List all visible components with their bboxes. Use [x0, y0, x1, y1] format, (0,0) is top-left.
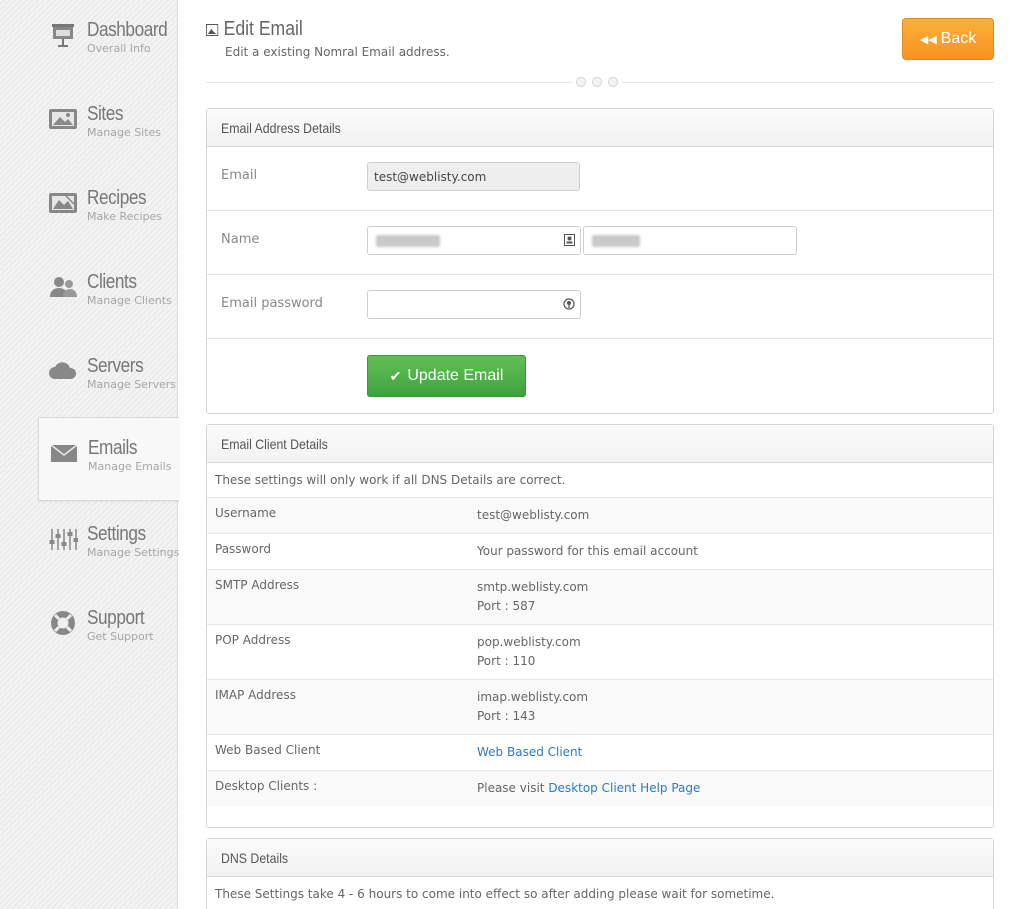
panel-heading: Email Address Details — [207, 109, 993, 147]
recipe-image-icon — [48, 190, 78, 216]
row-value: Your password for this email account — [477, 544, 698, 558]
row-port: Port : 143 — [477, 709, 536, 723]
backward-icon: ◀◀ — [919, 33, 937, 46]
contact-card-icon — [564, 234, 575, 249]
row-key: Desktop Clients : — [215, 779, 318, 793]
sidebar-item-subtitle: Get Support — [87, 630, 154, 643]
row-value: smtp.weblisty.com — [477, 580, 589, 594]
sidebar-item-sites[interactable]: Sites Manage Sites — [38, 84, 178, 168]
last-name-field[interactable] — [583, 226, 797, 255]
back-button[interactable]: ◀◀ Back — [902, 18, 994, 60]
sidebar-item-subtitle: Manage Servers — [87, 378, 176, 391]
name-row: Name — [207, 211, 993, 275]
sliders-icon — [48, 526, 78, 552]
sidebar-item-dashboard[interactable]: Dashboard Overall Info — [38, 0, 178, 84]
table-row: Username test@weblisty.com — [207, 498, 993, 534]
presentation-icon — [48, 22, 78, 48]
image-icon — [206, 23, 219, 36]
sidebar-item-subtitle: Make Recipes — [87, 210, 162, 223]
email-client-panel: Email Client Details These settings will… — [206, 424, 994, 828]
sidebar-item-title: Servers — [87, 355, 144, 377]
sidebar-item-clients[interactable]: Clients Manage Clients — [38, 252, 178, 336]
lifebuoy-icon — [48, 610, 78, 636]
table-row: IMAP Address imap.weblisty.com Port : 14… — [207, 680, 993, 735]
back-button-label: Back — [940, 30, 977, 47]
table-row: POP Address pop.weblisty.com Port : 110 — [207, 625, 993, 680]
page-title: Edit Email — [206, 18, 303, 41]
row-port: Port : 587 — [477, 599, 536, 613]
sidebar-item-settings[interactable]: Settings Manage Settings — [38, 504, 180, 588]
table-row: Desktop Clients : Please visit Desktop C… — [207, 771, 993, 806]
name-label: Name — [221, 232, 260, 247]
row-value: pop.weblisty.com — [477, 635, 581, 649]
divider-dots — [572, 77, 622, 87]
table-row: Password Your password for this email ac… — [207, 534, 993, 570]
sidebar-item-title: Sites — [87, 103, 124, 125]
panel-heading: DNS Details — [207, 839, 993, 877]
row-port: Port : 110 — [477, 654, 536, 668]
sidebar-item-subtitle: Overall Info — [87, 42, 151, 55]
envelope-icon — [49, 440, 79, 466]
row-key: POP Address — [215, 633, 291, 647]
image-icon — [48, 106, 78, 132]
sidebar-item-title: Support — [87, 607, 145, 629]
password-row: Email password — [207, 275, 993, 339]
email-row: Email test@weblisty.com — [207, 147, 993, 211]
table-row: Web Based Client Web Based Client — [207, 735, 993, 771]
sidebar-item-subtitle: Manage Emails — [88, 460, 172, 473]
row-key: Username — [215, 506, 277, 520]
row-value: test@weblisty.com — [477, 508, 590, 522]
users-icon — [48, 274, 78, 300]
sidebar-item-title: Recipes — [87, 187, 147, 209]
sidebar-item-emails[interactable]: Emails Manage Emails — [38, 417, 179, 501]
sidebar-item-servers[interactable]: Servers Manage Servers — [38, 336, 178, 420]
sidebar-item-subtitle: Manage Sites — [87, 126, 162, 139]
cloud-icon — [48, 358, 78, 384]
submit-row: ✔ Update Email — [207, 339, 993, 411]
row-key: IMAP Address — [215, 688, 296, 702]
page-title-text: Edit Email — [223, 18, 303, 40]
key-icon — [563, 298, 575, 313]
update-email-label: Update Email — [407, 367, 504, 384]
update-email-button[interactable]: ✔ Update Email — [367, 355, 526, 397]
sidebar-item-subtitle: Manage Clients — [87, 294, 172, 307]
sidebar-item-support[interactable]: Support Get Support — [38, 588, 178, 672]
sidebar-item-title: Settings — [87, 523, 146, 545]
check-icon: ✔ — [389, 367, 402, 384]
email-address-panel: Email Address Details Email test@weblist… — [206, 108, 994, 414]
sidebar-item-title: Emails — [88, 437, 138, 459]
redacted-text — [592, 234, 640, 247]
sidebar-item-title: Clients — [87, 271, 137, 293]
desktop-prefix: Please visit — [477, 781, 545, 795]
redacted-text — [376, 234, 440, 247]
sidebar-item-subtitle: Manage Settings — [87, 546, 180, 559]
sidebar-item-title: Dashboard — [87, 19, 168, 41]
page-subtitle: Edit a existing Nomral Email address. — [225, 45, 450, 59]
row-key: Web Based Client — [215, 743, 321, 757]
desktop-client-help-link[interactable]: Desktop Client Help Page — [548, 781, 700, 795]
panel-heading: Email Client Details — [207, 425, 993, 463]
sidebar: Dashboard Overall Info Sites Manage Site… — [0, 0, 180, 909]
dns-details-panel: DNS Details These Settings take 4 - 6 ho… — [206, 838, 994, 909]
web-client-link[interactable]: Web Based Client — [477, 745, 582, 759]
sidebar-item-recipes[interactable]: Recipes Make Recipes — [38, 168, 178, 252]
first-name-field[interactable] — [367, 226, 581, 255]
email-field[interactable]: test@weblisty.com — [367, 162, 580, 191]
email-label: Email — [221, 168, 258, 183]
row-key: SMTP Address — [215, 578, 300, 592]
password-field[interactable] — [367, 290, 581, 319]
dns-note: These Settings take 4 - 6 hours to come … — [215, 887, 775, 901]
password-label: Email password — [221, 296, 323, 311]
row-key: Password — [215, 542, 272, 556]
row-value: imap.weblisty.com — [477, 690, 589, 704]
table-row: SMTP Address smtp.weblisty.com Port : 58… — [207, 570, 993, 625]
page-header: Edit Email Edit a existing Nomral Email … — [206, 16, 994, 86]
client-note: These settings will only work if all DNS… — [207, 463, 993, 498]
